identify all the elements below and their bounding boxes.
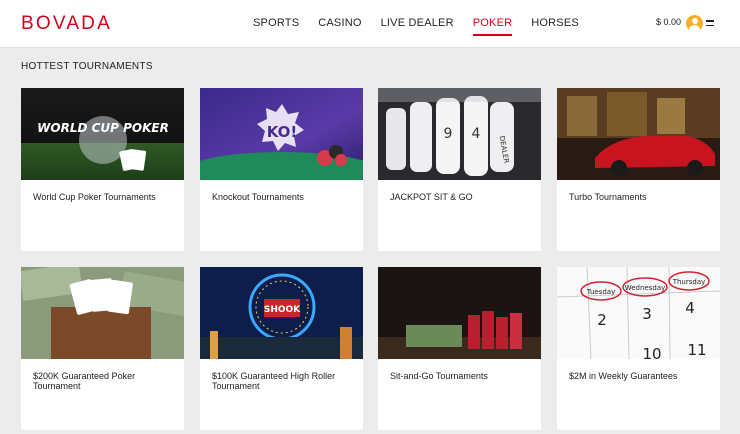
tournament-card-2m-weekly[interactable]: Tuesday Wednesday Thursday 2 3 4 10 11 $… xyxy=(557,267,720,430)
tournament-title: Sit-and-Go Tournaments xyxy=(390,371,488,381)
turbo-car-image xyxy=(557,88,720,180)
ferris-wheel-image: SHOOK xyxy=(200,267,363,359)
nav-sports[interactable]: SPORTS xyxy=(253,0,299,48)
tournament-title: JACKPOT SIT & GO xyxy=(390,192,473,202)
ko-image-text: KO! xyxy=(267,123,298,141)
tournament-card-200k[interactable]: $200K Guaranteed Poker Tournament xyxy=(21,267,184,430)
tournament-card-sit-and-go[interactable]: Sit-and-Go Tournaments xyxy=(378,267,541,430)
tournament-title: $200K Guaranteed Poker Tournament xyxy=(33,371,136,391)
world-cup-poker-image: WORLD CUP POKER xyxy=(21,88,184,180)
calendar-wednesday: Wednesday xyxy=(625,284,666,292)
nav-poker[interactable]: POKER xyxy=(472,0,513,48)
tournament-card-world-cup[interactable]: WORLD CUP POKER World Cup Poker Tourname… xyxy=(21,88,184,251)
tournament-title: $100K Guaranteed High Roller Tournament xyxy=(212,371,336,391)
nav-horses[interactable]: HORSES xyxy=(531,0,579,48)
shook-image-text: SHOOK xyxy=(264,305,301,315)
calendar-day: 11 xyxy=(687,341,706,359)
hamburger-menu-icon[interactable] xyxy=(706,20,714,28)
chips-and-cash-image xyxy=(378,267,541,359)
calendar-day: 4 xyxy=(685,299,695,317)
section-title: HOTTEST TOURNAMENTS xyxy=(21,61,153,72)
top-header: BOVADA SPORTS CASINO LIVE DEALER POKER H… xyxy=(0,0,740,48)
bovada-logo[interactable]: BOVADA xyxy=(21,13,112,35)
world-cup-image-text: WORLD CUP POKER xyxy=(37,121,169,135)
calendar-day: 10 xyxy=(642,345,661,359)
calendar-tuesday: Tuesday xyxy=(586,288,615,296)
calendar-thursday: Thursday xyxy=(672,278,706,286)
tournament-title: Turbo Tournaments xyxy=(569,192,647,202)
tournament-card-jackpot[interactable]: 9 4 DEALER JACKPOT SIT & GO xyxy=(378,88,541,251)
tournament-title: Knockout Tournaments xyxy=(212,192,304,202)
account-balance[interactable]: $ 0.00 xyxy=(656,17,681,27)
main-nav: SPORTS CASINO LIVE DEALER POKER HORSES xyxy=(253,0,598,48)
knockout-image: KO! xyxy=(200,88,363,180)
nav-casino[interactable]: CASINO xyxy=(318,0,361,48)
svg-text:4: 4 xyxy=(472,126,481,142)
svg-text:9: 9 xyxy=(444,126,453,142)
tournament-card-knockout[interactable]: KO! Knockout Tournaments xyxy=(200,88,363,251)
calendar-image: Tuesday Wednesday Thursday 2 3 4 10 11 xyxy=(557,267,720,359)
calendar-day: 3 xyxy=(642,305,652,323)
jackpot-image: 9 4 DEALER xyxy=(378,88,541,180)
user-avatar-icon[interactable] xyxy=(686,15,703,32)
nav-live-dealer[interactable]: LIVE DEALER xyxy=(381,0,454,48)
tournament-card-turbo[interactable]: Turbo Tournaments xyxy=(557,88,720,251)
tournament-card-100k[interactable]: SHOOK $100K Guaranteed High Roller Tourn… xyxy=(200,267,363,430)
tournament-title: $2M in Weekly Guarantees xyxy=(569,371,678,381)
calendar-day: 2 xyxy=(597,311,607,329)
cash-and-cards-image xyxy=(21,267,184,359)
tournament-title: World Cup Poker Tournaments xyxy=(33,192,156,202)
